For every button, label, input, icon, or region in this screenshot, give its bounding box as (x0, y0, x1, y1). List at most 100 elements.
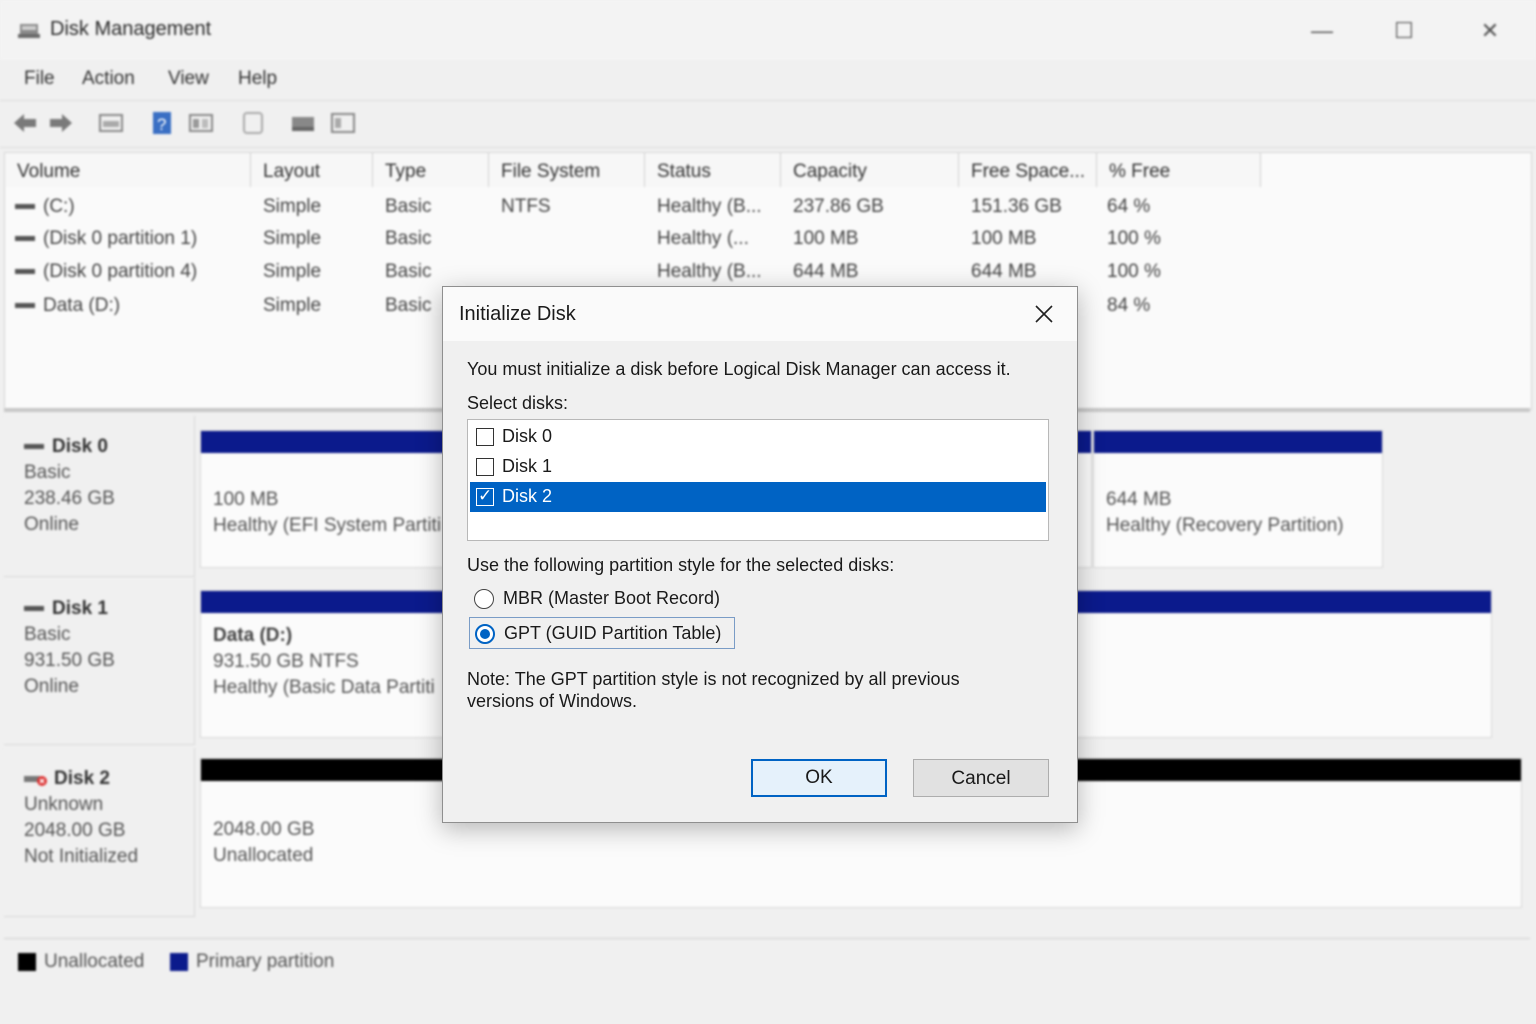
app-title: Disk Management (50, 18, 212, 40)
disk-1-label[interactable]: Disk 1 Basic 931.50 GB Online (4, 578, 195, 745)
initialize-disk-dialog: Initialize Disk You must initialize a di… (442, 286, 1078, 823)
forward-arrow-icon[interactable] (48, 111, 74, 135)
menu-file[interactable]: File (24, 68, 55, 90)
volume-name: (Disk 0 partition 1) (43, 228, 198, 249)
mbr-radio[interactable] (474, 589, 494, 609)
volume-file-system: NTFS (501, 196, 551, 217)
select-disks-label: Select disks: (467, 393, 569, 413)
disk-name: Disk 1 (52, 598, 108, 619)
disk-icon[interactable] (290, 111, 316, 135)
partition-size: 100 MB (213, 489, 279, 510)
column-header-layout[interactable]: Layout (251, 153, 373, 187)
volume-icon (15, 303, 35, 309)
refresh-icon[interactable] (240, 111, 266, 135)
disk-2-label[interactable]: Disk 2 Unknown 2048.00 GB Not Initialize… (4, 748, 195, 917)
title-bar: Disk Management — ☐ ✕ (0, 0, 1536, 60)
column-header-type[interactable]: Type (373, 153, 489, 187)
volume-row[interactable]: (Disk 0 partition 1) Simple Basic Health… (5, 223, 1525, 255)
volume-capacity: 237.86 GB (793, 196, 884, 217)
partition-status: Healthy (Basic Data Partiti (213, 677, 435, 698)
unallocated-swatch (18, 953, 36, 971)
volume-percent-free: 64 % (1107, 196, 1151, 217)
disk-list-item[interactable]: Disk 1 (470, 452, 1046, 482)
volume-status: Healthy (B... (657, 261, 762, 282)
properties-icon[interactable] (98, 111, 124, 135)
disk-list-item-label: Disk 1 (502, 456, 553, 476)
cancel-button[interactable]: Cancel (913, 759, 1049, 797)
volume-status: Healthy (B... (657, 196, 762, 217)
disk-0-partition-recovery[interactable]: 644 MB Healthy (Recovery Partition) (1093, 430, 1383, 568)
column-header-volume[interactable]: Volume (5, 153, 251, 187)
volume-row[interactable]: (C:) Simple Basic NTFS Healthy (B... 237… (5, 191, 1525, 223)
note-text-line-1: Note: The GPT partition style is not rec… (467, 669, 960, 689)
disk-name: Disk 0 (52, 436, 108, 457)
volume-free-space: 100 MB (971, 228, 1037, 249)
partition-status: Unallocated (213, 845, 314, 866)
volume-type: Basic (385, 196, 432, 217)
volume-type: Basic (385, 295, 432, 316)
mbr-option[interactable]: MBR (Master Boot Record) (469, 583, 739, 615)
gpt-radio-label: GPT (GUID Partition Table) (504, 623, 722, 643)
volume-layout: Simple (263, 228, 322, 249)
settings-view-icon[interactable] (330, 111, 356, 135)
disk-0-label[interactable]: Disk 0 Basic 238.46 GB Online (4, 416, 195, 577)
ok-button[interactable]: OK (751, 759, 887, 797)
disk-0-checkbox[interactable] (476, 428, 494, 446)
gpt-radio[interactable] (475, 624, 495, 644)
volume-name: Data (D:) (43, 295, 121, 316)
column-header-capacity[interactable]: Capacity (781, 153, 959, 187)
volume-capacity: 644 MB (793, 261, 859, 282)
disk-select-list[interactable]: Disk 0 Disk 1 ✓ Disk 2 (467, 419, 1049, 541)
menu-help[interactable]: Help (238, 68, 277, 90)
disk-list-item[interactable]: ✓ Disk 2 (470, 482, 1046, 512)
disk-list-item[interactable]: Disk 0 (470, 422, 1046, 452)
column-header-percent-free[interactable]: % Free (1097, 153, 1261, 187)
disk-1-checkbox[interactable] (476, 458, 494, 476)
disk-0-partition-c[interactable] (1076, 430, 1092, 568)
disk-state: Online (24, 514, 79, 535)
column-header-free-space[interactable]: Free Space... (959, 153, 1097, 187)
help-icon[interactable]: ? (150, 111, 176, 135)
volume-icon (15, 269, 35, 275)
volume-status: Healthy (... (657, 228, 749, 249)
volume-name: (Disk 0 partition 4) (43, 261, 198, 282)
close-button[interactable]: ✕ (1470, 14, 1510, 48)
menu-bar: File Action View Help (0, 62, 1536, 98)
legend-primary-partition: Primary partition (196, 951, 335, 972)
primary-partition-bar (1077, 431, 1091, 453)
disk-state: Not Initialized (24, 846, 139, 867)
disk-type: Unknown (24, 794, 104, 815)
disk-name: Disk 2 (54, 768, 110, 789)
mbr-radio-label: MBR (Master Boot Record) (503, 588, 721, 608)
legend: Unallocated Primary partition (4, 938, 1530, 983)
disk-icon (24, 444, 44, 450)
svg-text:?: ? (157, 115, 166, 134)
volume-row[interactable]: (Disk 0 partition 4) Simple Basic Health… (5, 256, 1525, 288)
dialog-title: Initialize Disk (459, 303, 576, 325)
volume-free-space: 644 MB (971, 261, 1037, 282)
disk-list-item-label: Disk 0 (502, 426, 553, 446)
primary-partition-bar (1094, 431, 1382, 453)
column-header-file-system[interactable]: File System (489, 153, 645, 187)
volume-free-space: 151.36 GB (971, 196, 1062, 217)
gpt-option[interactable]: GPT (GUID Partition Table) (469, 617, 735, 649)
disk-size: 2048.00 GB (24, 820, 126, 841)
back-arrow-icon[interactable] (12, 111, 38, 135)
disk-type: Basic (24, 462, 71, 483)
disk-2-checkbox[interactable]: ✓ (476, 486, 494, 506)
volume-type: Basic (385, 228, 432, 249)
partition-status: Healthy (Recovery Partition) (1106, 515, 1344, 536)
volume-type: Basic (385, 261, 432, 282)
close-icon[interactable] (1029, 299, 1059, 329)
column-header-status[interactable]: Status (645, 153, 781, 187)
legend-unallocated: Unallocated (44, 951, 145, 972)
checkmark-icon: ✓ (478, 486, 493, 506)
list-view-icon[interactable] (188, 111, 214, 135)
minimize-button[interactable]: — (1302, 14, 1342, 48)
partition-size: 644 MB (1106, 489, 1172, 510)
menu-view[interactable]: View (168, 68, 209, 90)
maximize-button[interactable]: ☐ (1384, 14, 1424, 48)
disk-size: 238.46 GB (24, 488, 115, 509)
menu-action[interactable]: Action (82, 68, 135, 90)
volume-layout: Simple (263, 261, 322, 282)
